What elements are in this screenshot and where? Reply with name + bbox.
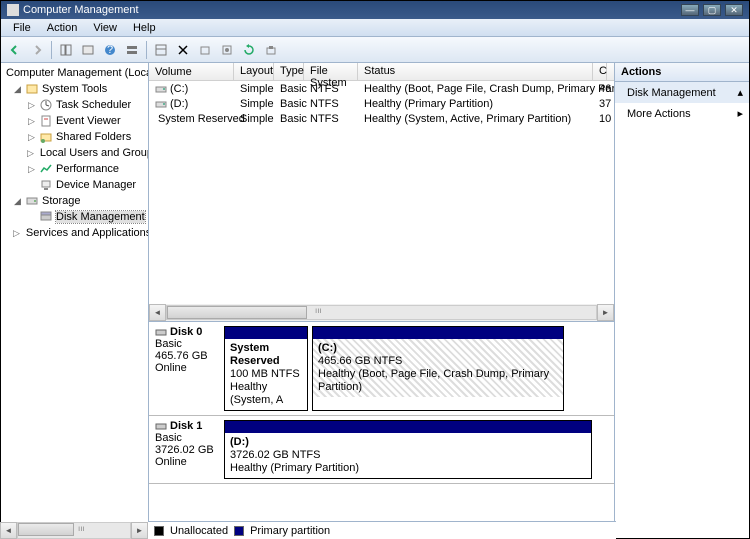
- col-type: Type: [274, 63, 304, 80]
- svg-text:?: ?: [107, 44, 113, 56]
- disk-graphic-pane: Disk 0 Basic465.76 GBOnline System Reser…: [149, 322, 614, 538]
- tree-device-manager[interactable]: Device Manager: [1, 177, 148, 193]
- menu-action[interactable]: Action: [39, 22, 86, 34]
- col-capacity: C: [593, 63, 607, 80]
- list-button[interactable]: [151, 40, 171, 60]
- toolbar: ?: [1, 37, 749, 63]
- tree-scrollbar[interactable]: ◄ ııı ►: [0, 522, 148, 539]
- disk-row-1[interactable]: Disk 1 Basic3726.02 GBOnline (D:)3726.02…: [149, 416, 614, 484]
- action1-button[interactable]: [195, 40, 215, 60]
- back-button[interactable]: [5, 40, 25, 60]
- tree-task-scheduler[interactable]: ▷Task Scheduler: [1, 97, 148, 113]
- tree-services[interactable]: ▷Services and Applications: [1, 225, 148, 241]
- actions-more[interactable]: More Actions▸: [615, 103, 749, 124]
- action2-button[interactable]: [217, 40, 237, 60]
- chevron-up-icon: ▴: [737, 86, 743, 99]
- partition-d[interactable]: (D:)3726.02 GB NTFSHealthy (Primary Part…: [224, 420, 592, 479]
- tree-shared-folders[interactable]: ▷Shared Folders: [1, 129, 148, 145]
- tree-local-users[interactable]: ▷Local Users and Groups: [1, 145, 148, 161]
- col-filesystem: File System: [304, 63, 358, 80]
- actions-disk-management[interactable]: Disk Management▴: [615, 82, 749, 103]
- menu-file[interactable]: File: [5, 22, 39, 34]
- swatch-primary: [234, 526, 244, 536]
- tree-performance[interactable]: ▷Performance: [1, 161, 148, 177]
- close-button[interactable]: ✕: [725, 4, 743, 16]
- refresh-button[interactable]: [239, 40, 259, 60]
- legend: Unallocated Primary partition: [148, 521, 616, 539]
- show-hide-tree-button[interactable]: [56, 40, 76, 60]
- volume-list: Volume Layout Type File System Status C …: [149, 63, 614, 322]
- forward-button[interactable]: [27, 40, 47, 60]
- disk-icon: [155, 420, 167, 432]
- delete-button[interactable]: [173, 40, 193, 60]
- menu-help[interactable]: Help: [125, 22, 164, 34]
- tree-system-tools[interactable]: ◢System Tools: [1, 81, 148, 97]
- scroll-right-icon[interactable]: ►: [597, 304, 614, 321]
- menu-bar: File Action View Help: [1, 19, 749, 37]
- scroll-right-icon[interactable]: ►: [131, 522, 148, 539]
- menu-view[interactable]: View: [85, 22, 125, 34]
- col-volume: Volume: [149, 63, 234, 80]
- properties-button[interactable]: [78, 40, 98, 60]
- tree-pane: Computer Management (Local ◢System Tools…: [1, 63, 149, 538]
- partition-c[interactable]: (C:)465.66 GB NTFSHealthy (Boot, Page Fi…: [312, 326, 564, 411]
- view-button[interactable]: [122, 40, 142, 60]
- chevron-right-icon: ▸: [737, 107, 743, 120]
- tree-storage[interactable]: ◢Storage: [1, 193, 148, 209]
- minimize-button[interactable]: —: [681, 4, 699, 16]
- volume-list-header[interactable]: Volume Layout Type File System Status C: [149, 63, 614, 81]
- col-status: Status: [358, 63, 593, 80]
- col-layout: Layout: [234, 63, 274, 80]
- center-pane: Volume Layout Type File System Status C …: [149, 63, 615, 538]
- app-icon: [7, 4, 19, 16]
- scroll-left-icon[interactable]: ◄: [149, 304, 166, 321]
- drive-icon: [155, 83, 167, 95]
- actions-pane: Actions Disk Management▴ More Actions▸: [615, 63, 749, 538]
- disk-icon: [155, 326, 167, 338]
- swatch-unallocated: [154, 526, 164, 536]
- partition-system-reserved[interactable]: System Reserved100 MB NTFSHealthy (Syste…: [224, 326, 308, 411]
- drive-icon: [155, 98, 167, 110]
- volume-row[interactable]: System Reserved SimpleBasicNTFSHealthy (…: [149, 111, 614, 126]
- title-bar: Computer Management — ▢ ✕: [1, 1, 749, 19]
- action3-button[interactable]: [261, 40, 281, 60]
- maximize-button[interactable]: ▢: [703, 4, 721, 16]
- tree-root[interactable]: Computer Management (Local: [1, 65, 148, 81]
- tree-disk-management[interactable]: Disk Management: [1, 209, 148, 225]
- actions-header: Actions: [615, 63, 749, 82]
- volume-row[interactable]: (C:) SimpleBasicNTFSHealthy (Boot, Page …: [149, 81, 614, 96]
- volume-list-scrollbar[interactable]: ◄ ııı ►: [149, 304, 614, 321]
- volume-row[interactable]: (D:) SimpleBasicNTFSHealthy (Primary Par…: [149, 96, 614, 111]
- scroll-left-icon[interactable]: ◄: [0, 522, 17, 539]
- help-button[interactable]: ?: [100, 40, 120, 60]
- disk-row-0[interactable]: Disk 0 Basic465.76 GBOnline System Reser…: [149, 322, 614, 416]
- tree-event-viewer[interactable]: ▷Event Viewer: [1, 113, 148, 129]
- window-title: Computer Management: [23, 4, 139, 16]
